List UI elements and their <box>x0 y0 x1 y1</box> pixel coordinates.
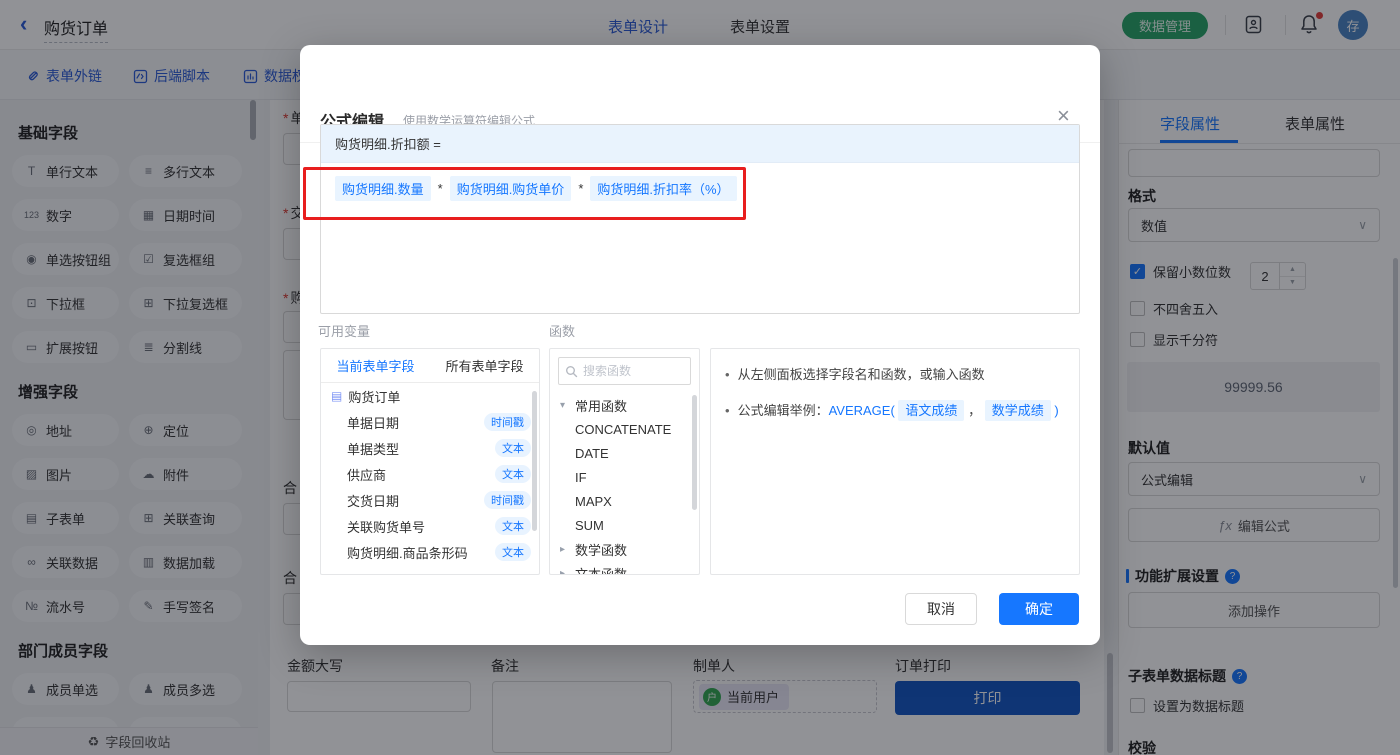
variable-tree-root[interactable]: ▤ 购货订单 <box>321 383 539 409</box>
tab-all-form-fields[interactable]: 所有表单字段 <box>430 356 539 375</box>
variables-section-label: 可用变量 <box>318 324 371 339</box>
variables-scrollbar[interactable] <box>532 391 537 531</box>
caret-down-icon: ▾ <box>560 399 566 411</box>
function-group-common[interactable]: ▾ 常用函数 <box>550 393 699 417</box>
example-token: 语文成绩 <box>898 400 965 421</box>
search-icon <box>565 365 578 378</box>
variable-item[interactable]: 供应商 文本 <box>321 461 539 487</box>
function-group-text[interactable]: ▸ 文本函数 <box>550 561 699 575</box>
tab-current-form-fields[interactable]: 当前表单字段 <box>321 356 430 375</box>
function-item[interactable]: IF <box>550 465 699 489</box>
formula-target: 购货明细.折扣额 = <box>321 125 1079 163</box>
function-search[interactable] <box>558 357 691 385</box>
formula-editor-modal: 公式编辑 使用数学运算符编辑公式 × 购货明细.折扣额 = 购货明细.数量 * … <box>300 45 1100 645</box>
variable-item[interactable]: 单据类型 文本 <box>321 435 539 461</box>
example-token: 数学成绩 <box>984 400 1051 421</box>
type-badge: 文本 <box>495 439 531 457</box>
bullet-icon: • <box>725 367 730 382</box>
caret-right-icon: ▸ <box>560 543 566 555</box>
bullet-icon: • <box>725 403 730 418</box>
confirm-button[interactable]: 确定 <box>999 593 1079 625</box>
type-badge: 文本 <box>495 465 531 483</box>
variable-item[interactable]: 单据日期 时间戳 <box>321 409 539 435</box>
document-icon: ▤ <box>331 389 343 403</box>
functions-section-label: 函数 <box>549 324 576 339</box>
function-item[interactable]: MAPX <box>550 489 699 513</box>
function-item[interactable]: DATE <box>550 441 699 465</box>
function-group-math[interactable]: ▸ 数学函数 <box>550 537 699 561</box>
type-badge: 时间戳 <box>484 491 531 509</box>
variables-panel: 当前表单字段 所有表单字段 ▤ 购货订单 单据日期 时间戳 单据类型 文本 供应商文… <box>320 348 540 575</box>
function-item[interactable]: SUM <box>550 513 699 537</box>
functions-scrollbar[interactable] <box>692 395 697 510</box>
variable-item[interactable]: 关联购货单号 文本 <box>321 513 539 539</box>
help-line-1: • 从左侧面板选择字段名和函数，或输入函数 <box>725 365 1065 385</box>
annotation-red-box <box>303 167 746 220</box>
type-badge: 时间戳 <box>484 413 531 431</box>
caret-right-icon: ▸ <box>560 567 566 575</box>
function-search-input[interactable] <box>583 364 673 378</box>
variable-item[interactable]: 购货明细.商品条形码 文本 <box>321 539 539 565</box>
function-item[interactable]: CONCATENATE <box>550 417 699 441</box>
help-line-2: • 公式编辑举例：AVERAGE( 语文成绩 ， 数学成绩 ) <box>725 400 1065 421</box>
variables-tabs: 当前表单字段 所有表单字段 <box>321 349 539 383</box>
help-panel: • 从左侧面板选择字段名和函数，或输入函数 • 公式编辑举例：AVERAGE( … <box>710 348 1080 575</box>
cancel-button[interactable]: 取消 <box>905 593 977 625</box>
type-badge: 文本 <box>495 517 531 535</box>
type-badge: 文本 <box>495 543 531 561</box>
functions-panel: ▾ 常用函数 CONCATENATE DATE IF MAPX SUM ▸ 数学… <box>549 348 700 575</box>
variable-item[interactable]: 交货日期 时间戳 <box>321 487 539 513</box>
